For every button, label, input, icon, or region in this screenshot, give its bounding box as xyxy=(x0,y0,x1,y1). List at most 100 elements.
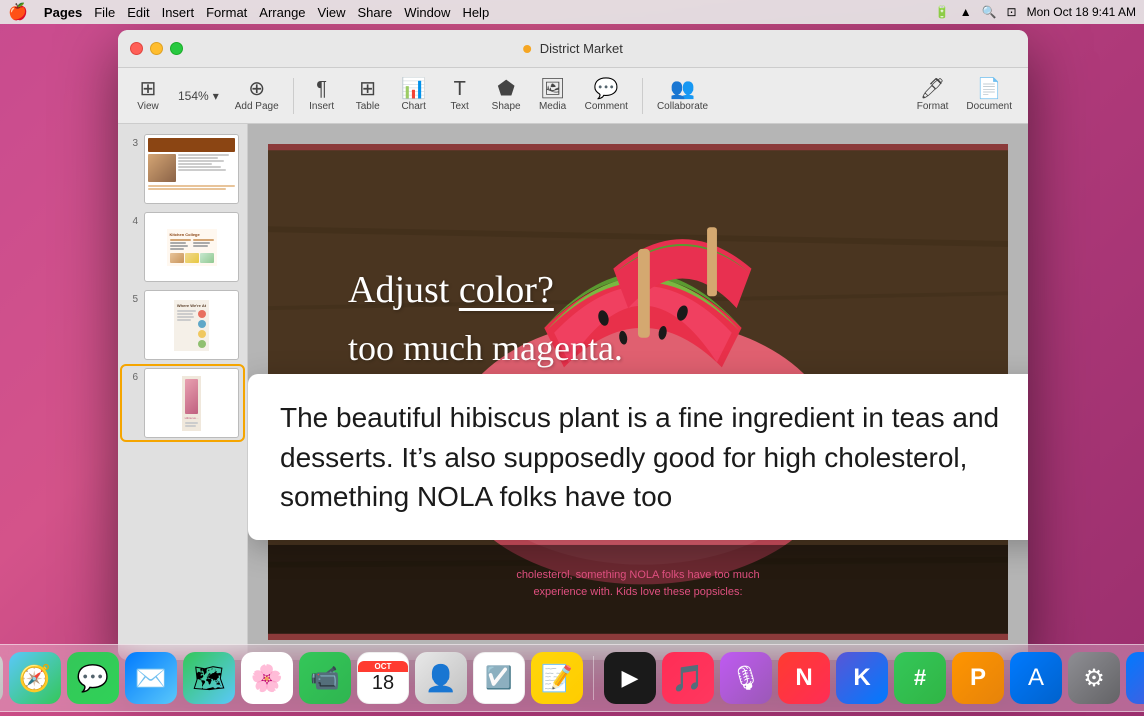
minimize-button[interactable] xyxy=(150,42,163,55)
toolbar: ⊞ View 154% ▾ ⊕ Add Page ¶ Insert ⊞ Tabl… xyxy=(118,68,1028,124)
add-page-icon: ⊕ xyxy=(248,79,265,99)
table-label: Table xyxy=(356,101,380,112)
dock-podcasts[interactable]: 🎙 xyxy=(720,652,772,704)
menu-insert[interactable]: Insert xyxy=(162,5,195,20)
dock-system-prefs[interactable]: ⚙ xyxy=(1068,652,1120,704)
thumb4-img-row xyxy=(170,253,214,263)
document-canvas[interactable]: Adjust color? too much magenta. choleste… xyxy=(248,124,1028,660)
menu-share[interactable]: Share xyxy=(357,5,392,20)
dock-screentime[interactable]: ⊙ xyxy=(1126,652,1144,704)
dock-numbers[interactable]: # xyxy=(894,652,946,704)
thumb5-content: Where We're At xyxy=(174,300,209,351)
page-thumb-3[interactable]: 3 xyxy=(122,132,243,206)
chart-label: Chart xyxy=(401,101,425,112)
view-button[interactable]: ⊞ View xyxy=(126,75,170,116)
menu-view[interactable]: View xyxy=(318,5,346,20)
shape-label: Shape xyxy=(492,101,521,112)
format-button[interactable]: 🖊 Format xyxy=(909,75,957,116)
menu-arrange[interactable]: Arrange xyxy=(259,5,305,20)
close-button[interactable] xyxy=(130,42,143,55)
shape-icon: ⬟ xyxy=(497,79,514,99)
thumb-img-3 xyxy=(144,134,239,204)
zoom-control[interactable]: 154% ▾ xyxy=(172,85,225,107)
traffic-lights xyxy=(130,42,183,55)
toolbar-separator-1 xyxy=(293,78,294,114)
table-button[interactable]: ⊞ Table xyxy=(346,75,390,116)
page-thumb-6[interactable]: 6 Hibiscus... xyxy=(122,366,243,440)
collaborate-label: Collaborate xyxy=(657,101,708,112)
thumb3-content xyxy=(145,135,238,203)
thumb3-header xyxy=(148,138,235,152)
dock-appletv[interactable]: ▶ xyxy=(604,652,656,704)
page-sidebar[interactable]: 3 xyxy=(118,124,248,660)
view-label: View xyxy=(137,101,159,112)
media-button[interactable]: 🖼 Media xyxy=(531,75,575,116)
control-center-icon[interactable]: ⊡ xyxy=(1007,5,1017,19)
dock-messages[interactable]: 💬 xyxy=(67,652,119,704)
dock-reminders[interactable]: ☑️ xyxy=(473,652,525,704)
search-icon[interactable]: 🔍 xyxy=(982,5,997,19)
calendar-month: OCT xyxy=(358,661,408,672)
menu-help[interactable]: Help xyxy=(462,5,489,20)
dock-music[interactable]: 🎵 xyxy=(662,652,714,704)
thumb3-text-lines xyxy=(178,154,235,182)
chart-button[interactable]: 📊 Chart xyxy=(392,75,436,116)
menubar-right: 🔋 ▲ 🔍 ⊡ Mon Oct 18 9:41 AM xyxy=(935,5,1136,19)
menubar: 🍎 Pages File Edit Insert Format Arrange … xyxy=(0,0,1144,24)
app-menu[interactable]: Pages xyxy=(44,5,82,20)
comment-button[interactable]: 💬 Comment xyxy=(577,75,636,116)
text-button[interactable]: T Text xyxy=(438,75,482,116)
maximize-button[interactable] xyxy=(170,42,183,55)
collaborate-button[interactable]: 👥 Collaborate xyxy=(649,75,716,116)
thumb5-title: Where We're At xyxy=(177,303,206,308)
thumb-img-4: Kitchen College xyxy=(144,212,239,282)
insert-icon: ¶ xyxy=(316,79,327,99)
dock: 🔍 ⊞ 🧭 💬 ✉️ 🗺 🌸 📹 OCT 18 👤 ☑️ 📝 ▶ 🎵 🎙 xyxy=(0,644,1144,712)
dock-contacts[interactable]: 👤 xyxy=(415,652,467,704)
dock-maps[interactable]: 🗺 xyxy=(183,652,235,704)
dock-pages[interactable]: P xyxy=(952,652,1004,704)
shape-button[interactable]: ⬟ Shape xyxy=(484,75,529,116)
page-thumb-4[interactable]: 4 Kitchen College xyxy=(122,210,243,284)
dock-photos[interactable]: 🌸 xyxy=(241,652,293,704)
thumb4-content: Kitchen College xyxy=(167,229,217,266)
thumb6-image xyxy=(185,379,199,414)
thumb6-text: Hibiscus... xyxy=(185,416,199,420)
unsaved-dot xyxy=(523,45,531,53)
battery-icon: 🔋 xyxy=(935,5,950,19)
page-thumb-5[interactable]: 5 Where We're At xyxy=(122,288,243,362)
format-label: Format xyxy=(917,101,949,112)
insert-button[interactable]: ¶ Insert xyxy=(300,75,344,116)
dock-notes[interactable]: 📝 xyxy=(531,652,583,704)
window-title: District Market xyxy=(523,41,623,56)
thumb5-lines xyxy=(177,310,196,348)
dock-calendar[interactable]: OCT 18 xyxy=(357,652,409,704)
thumb4-col2 xyxy=(193,239,214,251)
apple-menu[interactable]: 🍎 xyxy=(8,2,28,22)
page-num-6: 6 xyxy=(124,368,138,383)
zoom-chevron: ▾ xyxy=(213,89,219,103)
thumb3-image xyxy=(148,154,176,182)
wifi-icon: ▲ xyxy=(960,5,972,19)
dock-news[interactable]: N xyxy=(778,652,830,704)
dock-safari[interactable]: 🧭 xyxy=(9,652,61,704)
dock-mail[interactable]: ✉️ xyxy=(125,652,177,704)
dock-appstore[interactable]: A xyxy=(1010,652,1062,704)
dock-launchpad[interactable]: ⊞ xyxy=(0,652,3,704)
chart-icon: 📊 xyxy=(401,79,426,99)
dock-keynote[interactable]: K xyxy=(836,652,888,704)
thumb5-circles xyxy=(198,310,206,348)
bottom-text-line1: cholesterol, something NOLA folks have t… xyxy=(268,567,1008,584)
menu-edit[interactable]: Edit xyxy=(127,5,149,20)
add-page-button[interactable]: ⊕ Add Page xyxy=(227,75,287,116)
text-icon: T xyxy=(454,79,466,99)
thumb-img-6: Hibiscus... xyxy=(144,368,239,438)
dock-facetime[interactable]: 📹 xyxy=(299,652,351,704)
thumb4-title: Kitchen College xyxy=(170,232,214,237)
document-button[interactable]: 📄 Document xyxy=(958,75,1020,116)
menu-file[interactable]: File xyxy=(94,5,115,20)
menu-window[interactable]: Window xyxy=(404,5,450,20)
menu-format[interactable]: Format xyxy=(206,5,247,20)
thumb4-cols xyxy=(170,239,214,251)
media-label: Media xyxy=(539,101,566,112)
